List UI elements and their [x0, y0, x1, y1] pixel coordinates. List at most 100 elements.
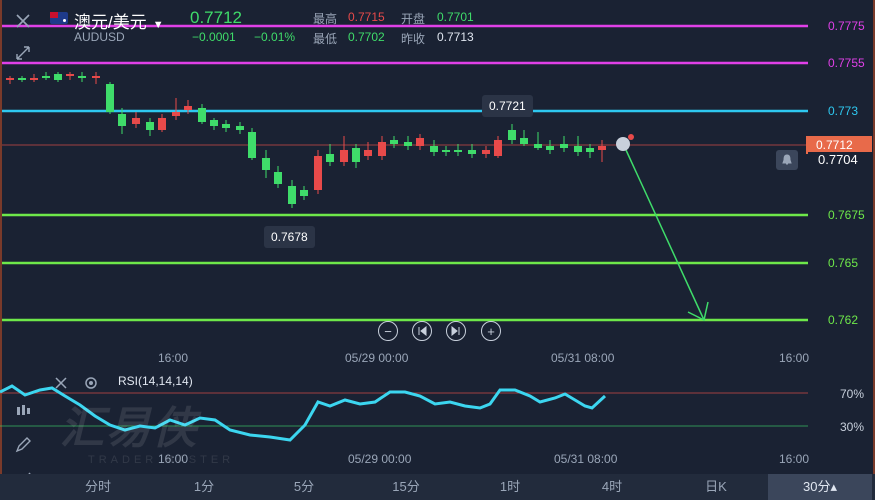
candle-body: [248, 132, 256, 158]
close-indicator-icon[interactable]: [50, 372, 72, 394]
close-icon[interactable]: [12, 10, 34, 32]
rsi-time-label: 05/31 08:00: [554, 452, 618, 466]
tab-1h[interactable]: 1时: [462, 474, 558, 500]
tab-daily[interactable]: 日K: [668, 474, 764, 500]
info-marker: [616, 137, 630, 151]
candle-body: [314, 156, 322, 190]
candle-body: [468, 150, 476, 154]
tab-timeshare[interactable]: 分时: [50, 474, 146, 500]
candle-body: [262, 158, 270, 170]
level-label-0.7675: 0.7675: [808, 207, 872, 223]
candle-body: [6, 78, 14, 80]
time-label: 16:00: [779, 351, 810, 365]
candle-body: [92, 76, 100, 78]
rsi-upper-label: 70%: [840, 387, 865, 401]
low-value: 0.7702: [348, 30, 385, 44]
candle-body: [300, 190, 308, 196]
chevron-down-icon: ▼: [152, 19, 164, 31]
tab-5m[interactable]: 5分: [256, 474, 352, 500]
candle-body: [198, 108, 206, 122]
prev-close-value: 0.7713: [437, 30, 474, 44]
candle-body: [78, 76, 86, 78]
timeframe-tabbar: 分时 1分 5分 15分 1时 4时 日K 30分▴: [0, 474, 875, 500]
level-label-0.762: 0.762: [808, 312, 872, 328]
rsi-label: RSI(14,14,14): [118, 374, 193, 388]
candle-body: [106, 84, 114, 112]
candle-body: [546, 146, 554, 150]
candle-body: [598, 146, 606, 150]
tab-15m[interactable]: 15分: [358, 474, 454, 500]
tab-4h[interactable]: 4时: [564, 474, 660, 500]
candle-body: [508, 130, 516, 140]
candle-body: [42, 76, 50, 78]
price-change: −0.0001: [192, 30, 236, 44]
current-price: 0.7712: [190, 8, 242, 27]
level-label-0.7775: 0.7775: [808, 18, 872, 34]
candle-body: [520, 138, 528, 144]
bell-icon[interactable]: [776, 150, 798, 170]
candle-body: [574, 146, 582, 152]
level-label-0.7755: 0.7755: [808, 55, 872, 71]
candle-body: [132, 118, 140, 124]
candle-body: [442, 150, 450, 152]
rsi-time-label: 16:00: [158, 452, 189, 466]
candle-body: [172, 112, 180, 116]
symbol-code: AUDUSD: [74, 30, 125, 44]
candle-body: [454, 150, 462, 152]
alert-price: 0.7704: [808, 152, 872, 168]
candle-body: [30, 78, 38, 80]
candle-body: [288, 186, 296, 204]
flag-icon: [50, 12, 68, 24]
price-change-pct: −0.01%: [254, 30, 296, 44]
level-label-0.765: 0.765: [808, 255, 872, 271]
time-label: 05/29 00:00: [345, 351, 409, 365]
prev-close-label: 昨收: [401, 32, 426, 46]
candle-body: [586, 148, 594, 152]
candle-body: [210, 120, 218, 126]
candle-body: [352, 148, 360, 162]
candle-body: [236, 126, 244, 130]
watermark-logo: 汇易侠: [60, 404, 198, 453]
candle-body: [416, 138, 424, 146]
candle-body: [158, 118, 166, 130]
high-point-tooltip: 0.7721: [482, 95, 533, 117]
open-value: 0.7701: [437, 10, 474, 24]
candle-body: [482, 150, 490, 154]
tab-30m[interactable]: 30分▴: [768, 474, 872, 500]
candle-body: [378, 142, 386, 156]
candle-body: [222, 124, 230, 128]
time-label: 16:00: [158, 351, 189, 365]
zoom-in-button[interactable]: +: [481, 321, 501, 341]
shrink-icon[interactable]: [12, 42, 34, 64]
candle-body: [66, 74, 74, 76]
time-label: 05/31 08:00: [551, 351, 615, 365]
tab-1m[interactable]: 1分: [156, 474, 252, 500]
candle-body: [390, 140, 398, 144]
zoom-out-button[interactable]: −: [378, 321, 398, 341]
scroll-start-button[interactable]: [412, 321, 432, 341]
candle-body: [274, 172, 282, 184]
candle-body: [326, 154, 334, 162]
high-value: 0.7715: [348, 10, 385, 24]
low-label: 最低: [313, 32, 338, 46]
candle-body: [404, 142, 412, 146]
rsi-lower-label: 30%: [840, 420, 865, 434]
candle-body: [118, 114, 126, 126]
high-label: 最高: [313, 12, 338, 26]
candle-type-icon[interactable]: [10, 398, 36, 424]
candle-body: [18, 78, 26, 80]
draw-pen-icon[interactable]: [10, 432, 36, 458]
rsi-time-label: 05/29 00:00: [348, 452, 412, 466]
rsi-time-label: 16:00: [779, 452, 810, 466]
candle-body: [364, 150, 372, 156]
scroll-end-button[interactable]: [446, 321, 466, 341]
candle-body: [560, 144, 568, 148]
candle-body: [146, 122, 154, 130]
candlestick-series: [6, 72, 606, 208]
candle-body: [54, 74, 62, 80]
candle-body: [340, 150, 348, 162]
open-label: 开盘: [401, 12, 426, 26]
low-point-tooltip: 0.7678: [264, 226, 315, 248]
candle-body: [430, 146, 438, 152]
settings-gear-icon[interactable]: [80, 372, 102, 394]
